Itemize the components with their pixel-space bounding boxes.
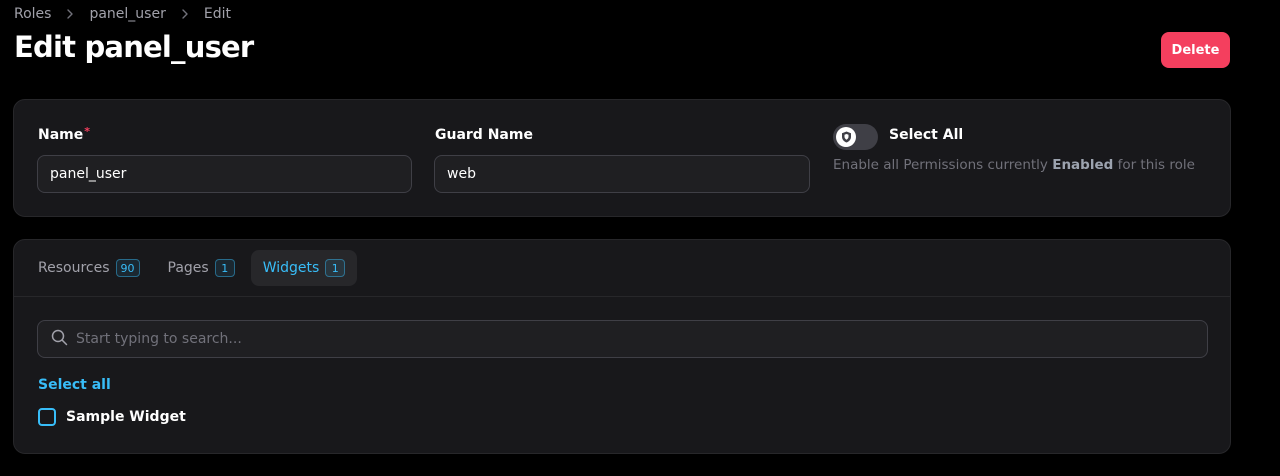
- name-input-value: panel_user: [50, 166, 127, 182]
- select-all-label: Select All: [889, 127, 964, 143]
- permission-tabs: Resources 90 Pages 1 Widgets 1: [26, 250, 361, 286]
- page-title: Edit panel_user: [14, 30, 254, 64]
- tab-widgets[interactable]: Widgets 1: [250, 250, 358, 286]
- permissions-card: Resources 90 Pages 1 Widgets 1 Select al…: [13, 239, 1231, 454]
- list-item: Sample Widget: [38, 408, 186, 426]
- guard-name-label: Guard Name: [435, 127, 533, 143]
- guard-name-input[interactable]: web: [434, 155, 810, 193]
- shield-icon: [841, 128, 852, 147]
- tab-label: Widgets: [262, 260, 320, 276]
- guard-name-input-value: web: [447, 166, 476, 182]
- breadcrumb-item-record[interactable]: panel_user: [89, 6, 165, 22]
- tab-divider: [14, 296, 1230, 297]
- count-badge: 1: [214, 259, 235, 277]
- tab-resources[interactable]: Resources 90: [26, 250, 152, 286]
- delete-button[interactable]: Delete: [1161, 32, 1230, 68]
- chevron-right-icon: [180, 9, 190, 19]
- sample-widget-checkbox[interactable]: [38, 408, 56, 426]
- count-badge: 1: [325, 259, 346, 277]
- tab-label: Resources: [38, 260, 110, 276]
- breadcrumb: Roles panel_user Edit: [14, 5, 231, 23]
- name-input[interactable]: panel_user: [37, 155, 412, 193]
- search-icon: [51, 329, 68, 350]
- tab-pages[interactable]: Pages 1: [156, 250, 247, 286]
- breadcrumb-item-edit: Edit: [203, 6, 231, 22]
- tab-label: Pages: [167, 260, 209, 276]
- select-all-link[interactable]: Select all: [38, 377, 111, 393]
- breadcrumb-item-roles[interactable]: Roles: [14, 6, 51, 22]
- required-marker: *: [84, 125, 91, 138]
- search-input[interactable]: [76, 331, 1176, 347]
- role-form-card: Name* panel_user Guard Name web Select A…: [13, 99, 1231, 217]
- chevron-right-icon: [65, 9, 75, 19]
- select-all-description: Enable all Permissions currently Enabled…: [833, 157, 1195, 173]
- select-all-toggle[interactable]: [833, 124, 878, 150]
- checkbox-label: Sample Widget: [66, 409, 186, 425]
- search-box: [37, 320, 1208, 358]
- count-badge: 90: [115, 259, 140, 277]
- toggle-knob: [836, 127, 856, 147]
- name-field-label: Name*: [38, 125, 91, 143]
